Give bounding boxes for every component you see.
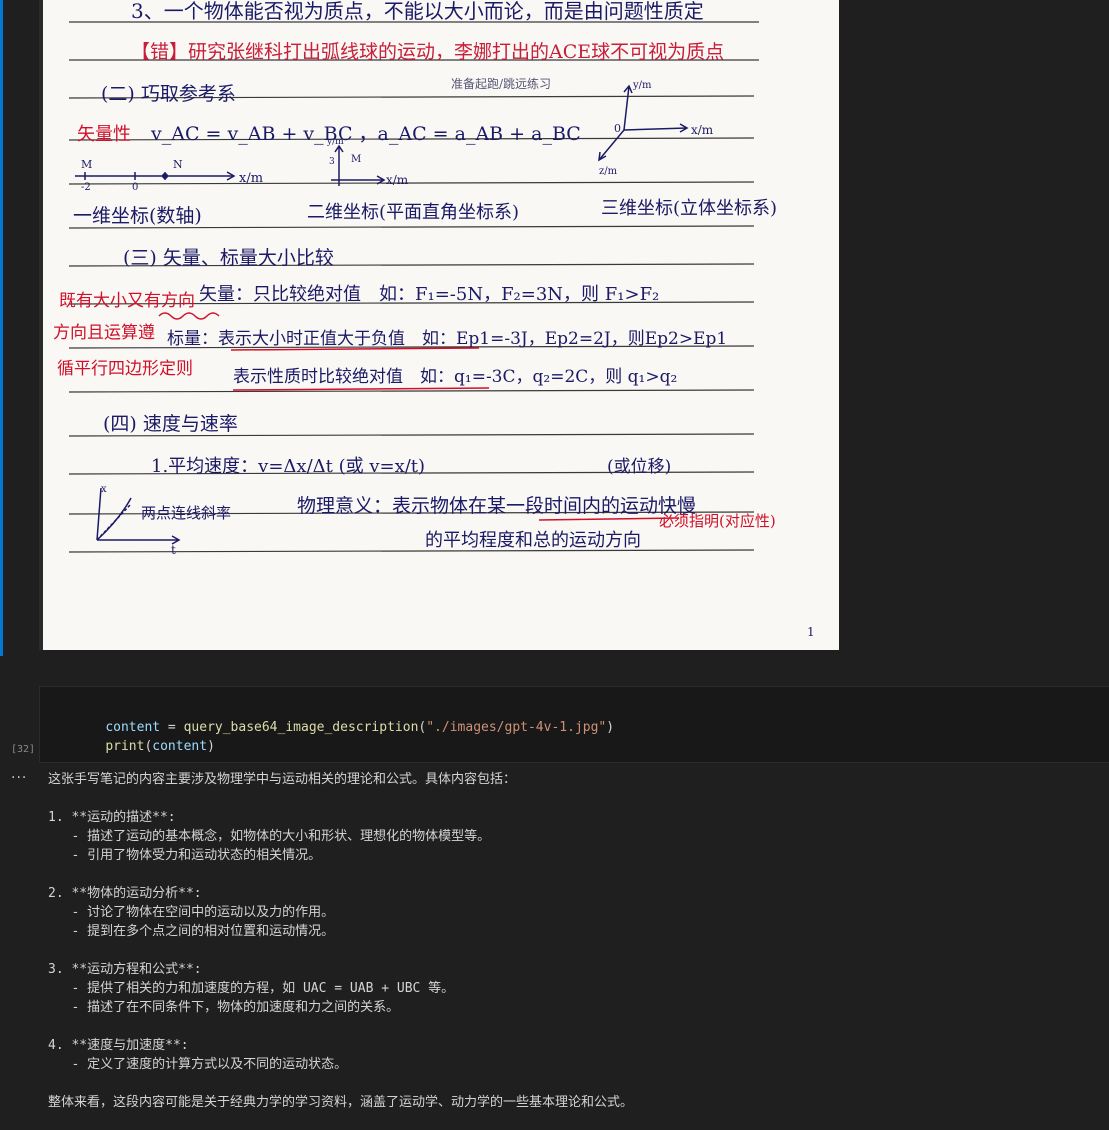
note-line-21: 必须指明(对应性)	[659, 512, 776, 530]
output-line: - 讨论了物体在空间中的运动以及力的作用。	[48, 905, 335, 920]
code-token-function: query_base64_image_description	[183, 720, 419, 735]
space-axis-sketch	[598, 84, 689, 162]
note-line-8: 三维坐标(立体坐标系)	[601, 198, 777, 219]
label-y-2d: y/m	[326, 137, 344, 147]
number-axis-sketch	[75, 171, 236, 181]
note-line-14: 循平行四边形定则	[57, 359, 193, 379]
output-line	[48, 1074, 1088, 1093]
label-n: N	[173, 158, 183, 171]
output-line: 1. **运动的描述**:	[48, 810, 176, 825]
output-line: 这张手写笔记的内容主要涉及物理学中与运动相关的理论和公式。具体内容包括：	[48, 772, 517, 787]
code-token-string: "./images/gpt-4v-1.jpg"	[426, 720, 607, 735]
output-line: - 定义了速度的计算方式以及不同的运动状态。	[48, 1057, 348, 1072]
note-line-16: (四) 速度与速率	[103, 413, 238, 435]
code-token-function: print	[105, 739, 145, 754]
output-line: - 引用了物体受力和运动状态的相关情况。	[48, 848, 322, 863]
output-line	[48, 1017, 1088, 1036]
page-mark: 1	[807, 625, 815, 639]
graph-label-t: t	[171, 543, 176, 557]
note-line-17: 1.平均速度：v=Δx/Δt (或 v=x/t)	[151, 456, 425, 477]
note-line-1: 3、一个物体能否视为质点，不能以大小而论，而是由问题性质定	[131, 0, 704, 23]
image-output-cell: 3、一个物体能否视为质点，不能以大小而论，而是由问题性质定 【错】研究张继科打出…	[0, 0, 1109, 656]
code-token-paren-close: )	[606, 720, 615, 735]
wavy-underline	[158, 312, 220, 320]
graph-label-x: x	[101, 484, 107, 495]
label-origin-1d: 0	[132, 182, 138, 193]
output-line: - 描述了运动的基本概念，如物体的大小和形状、理想化的物体模型等。	[48, 829, 491, 844]
output-line: - 提到在多个点之间的相对位置和运动情况。	[48, 924, 335, 939]
note-line-12: 方向且运算遵	[53, 323, 155, 343]
code-token-paren-close: )	[207, 739, 215, 754]
note-line-7: 二维坐标(平面直角坐标系)	[307, 202, 519, 223]
output-line: - 描述了在不同条件下，物体的加速度和力之间的关系。	[48, 1000, 400, 1015]
note-line-10: 既有大小又有方向	[59, 291, 195, 311]
note-line-9: (三) 矢量、标量大小比较	[123, 247, 334, 269]
output-more-icon[interactable]: ···	[11, 770, 27, 786]
note-line-6: 一维坐标(数轴)	[73, 205, 202, 227]
note-line-5: v_AC = v_AB + v_BC ，a_AC = a_AB + a_BC	[150, 123, 581, 145]
note-line-13: 标量：表示大小时正值大于负值 如：Ep1=-3J，Ep2=2J，则Ep2>Ep1	[167, 329, 727, 349]
label-m: M	[81, 158, 92, 171]
note-line-3: (二) 巧取参考系	[101, 83, 236, 105]
scan-border	[39, 0, 43, 650]
code-token-var: content	[152, 739, 208, 754]
handwritten-notes-image: 3、一个物体能否视为质点，不能以大小而论，而是由问题性质定 【错】研究张继科打出…	[39, 0, 839, 650]
note-line-2: 【错】研究张继科打出弧线球的运动，李娜打出的ACE球不可视为质点	[131, 41, 724, 63]
label-x-1d: x/m	[239, 171, 263, 186]
underline-15	[232, 387, 490, 391]
active-cell-indicator	[0, 0, 3, 656]
label-origin-3d: 0	[614, 122, 621, 135]
output-line: 整体来看，这段内容可能是关于经典力学的学习资料，涵盖了运动学、动力学的一些基本理…	[48, 1095, 634, 1110]
note-line-4: 矢量性	[77, 124, 131, 145]
note-line-15: 表示性质时比较绝对值 如：q₁=-3C，q₂=2C，则 q₁>q₂	[233, 367, 677, 387]
note-line-22: 的平均程度和总的运动方向	[425, 530, 641, 551]
code-line-2[interactable]: print(content)	[74, 718, 215, 775]
output-line: 3. **运动方程和公式**:	[48, 962, 202, 977]
output-line	[48, 789, 1088, 808]
label-x-3d: x/m	[691, 123, 714, 137]
label-m-2d: M	[351, 154, 361, 165]
label-neg-two: -2	[81, 182, 91, 193]
output-line: - 提供了相关的力和加速度的方程，如 UAC = UAB + UBC 等。	[48, 981, 455, 996]
code-cell[interactable]: content = query_base64_image_description…	[39, 686, 1109, 763]
plane-axis-sketch	[331, 144, 386, 186]
note-line-20: 物理意义：表示物体在某一段时间内的运动快慢	[297, 495, 696, 517]
execution-count: [32]	[11, 744, 36, 755]
underline-20	[538, 517, 680, 521]
output-line	[48, 865, 1088, 884]
output-line: 2. **物体的运动分析**:	[48, 886, 202, 901]
output-line	[48, 941, 1088, 960]
note-line-18: (或位移)	[607, 457, 671, 477]
cell-output: 这张手写笔记的内容主要涉及物理学中与运动相关的理论和公式。具体内容包括： 1. …	[48, 770, 1088, 1112]
faint-note: 准备起跑/跳远练习	[451, 76, 551, 91]
note-line-19: 两点连线斜率	[141, 504, 231, 522]
point-n	[162, 173, 168, 179]
label-three: 3	[329, 157, 335, 167]
label-y-3d: y/m	[632, 80, 652, 91]
output-line: 4. **速度与加速度**:	[48, 1038, 189, 1053]
note-line-11: 矢量：只比较绝对值 如：F₁=-5N，F₂=3N，则 F₁>F₂	[199, 284, 659, 305]
label-z-3d: z/m	[599, 166, 618, 177]
label-x-2d: x/m	[386, 173, 409, 187]
